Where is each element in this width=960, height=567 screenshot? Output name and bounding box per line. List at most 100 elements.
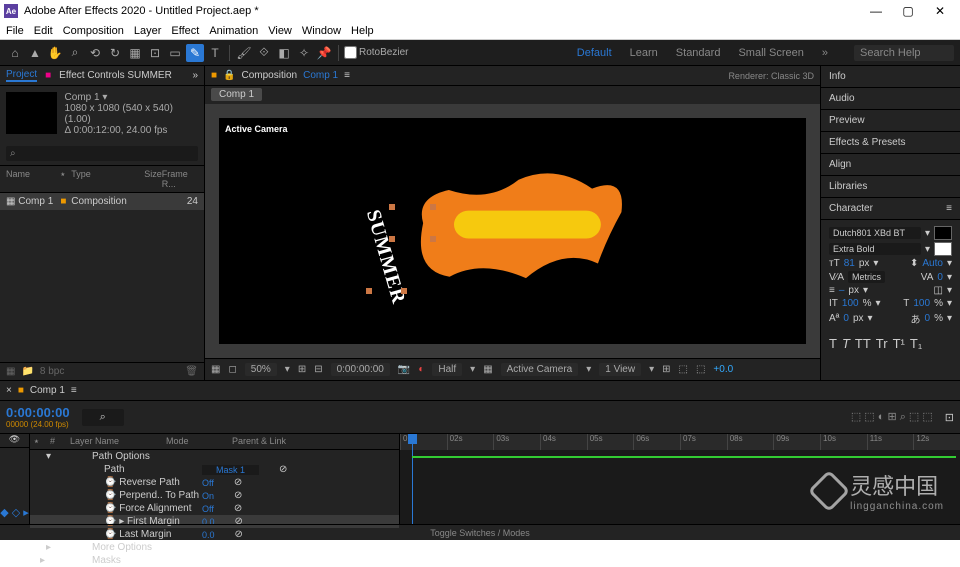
workspace-standard[interactable]: Standard <box>676 47 721 59</box>
grid-icon[interactable]: ⊞ <box>298 364 306 375</box>
menu-file[interactable]: File <box>6 25 24 37</box>
pan-behind-tool-icon[interactable]: ⊡ <box>146 44 164 62</box>
tab-effect-controls[interactable]: Effect Controls SUMMER <box>59 70 172 81</box>
workspace-more-icon[interactable]: » <box>822 47 828 59</box>
folder-icon[interactable]: 📁 <box>21 366 33 377</box>
subscript-button[interactable]: T₁ <box>910 336 922 351</box>
home-icon[interactable]: ⌂ <box>6 44 24 62</box>
bpc-button[interactable]: 8 bpc <box>40 366 64 377</box>
leading-input[interactable]: Auto <box>922 258 943 269</box>
type-tool-icon[interactable]: T <box>206 44 224 62</box>
toggle-switches-button[interactable]: Toggle Switches / Modes <box>430 528 530 538</box>
minimize-button[interactable]: — <box>860 4 892 18</box>
window-title: Adobe After Effects 2020 - Untitled Proj… <box>24 5 259 17</box>
panel-info[interactable]: Info <box>821 66 960 88</box>
rotate-tool-icon[interactable]: ↻ <box>106 44 124 62</box>
panel-character[interactable]: Character≡ <box>821 198 960 220</box>
exposure-value[interactable]: +0.0 <box>713 364 733 375</box>
time-ruler[interactable]: 01s02s03s04s05s06s07s08s09s10s11s12s <box>400 434 960 450</box>
superscript-button[interactable]: T¹ <box>893 336 905 351</box>
fill-swatch[interactable] <box>934 226 952 240</box>
puppet-tool-icon[interactable]: 📌 <box>315 44 333 62</box>
comp-tab-name[interactable]: Comp 1 <box>303 70 338 81</box>
view-dropdown[interactable]: 1 View <box>599 363 641 376</box>
eraser-tool-icon[interactable]: ◧ <box>275 44 293 62</box>
rotobezier-checkbox[interactable] <box>344 46 357 59</box>
prop-more-options[interactable]: More Options <box>92 542 202 553</box>
hand-tool-icon[interactable]: ✋ <box>46 44 64 62</box>
italic-button[interactable]: T <box>842 336 850 351</box>
prop-path[interactable]: Path <box>92 464 202 475</box>
resolution-dropdown[interactable]: Half <box>432 363 462 376</box>
panel-align[interactable]: Align <box>821 154 960 176</box>
current-time[interactable]: 0:00:00:00 <box>6 405 70 420</box>
clone-tool-icon[interactable]: ⟐ <box>255 44 273 62</box>
smallcaps-button[interactable]: Tr <box>876 336 888 351</box>
project-search-input[interactable]: ⌕ <box>6 146 198 161</box>
pen-tool-icon[interactable]: ✎ <box>186 44 204 62</box>
font-weight-dropdown[interactable]: Extra Bold <box>829 243 921 255</box>
trash-icon[interactable]: 🗑 <box>185 366 198 377</box>
selection-tool-icon[interactable]: ▲ <box>26 44 44 62</box>
preview-time[interactable]: 0:00:00:00 <box>331 363 390 376</box>
prop-perpendicular[interactable]: ⌚ Perpend.. To Path <box>92 490 202 501</box>
search-help-input[interactable]: Search Help <box>854 45 954 61</box>
brush-tool-icon[interactable]: 🖌 <box>235 44 253 62</box>
allcaps-button[interactable]: TT <box>855 336 871 351</box>
menu-animation[interactable]: Animation <box>209 25 258 37</box>
panel-audio[interactable]: Audio <box>821 88 960 110</box>
bold-button[interactable]: T <box>829 336 837 351</box>
guide-icon[interactable]: ⊟ <box>314 364 322 375</box>
panel-effects[interactable]: Effects & Presets <box>821 132 960 154</box>
menu-edit[interactable]: Edit <box>34 25 53 37</box>
timeline-search[interactable]: ⌕ <box>82 409 124 426</box>
roto-tool-icon[interactable]: ✧ <box>295 44 313 62</box>
workspace-default[interactable]: Default <box>577 47 612 59</box>
snapshot-icon[interactable]: 📷 <box>398 364 410 375</box>
interpret-icon[interactable]: ▦ <box>6 366 15 377</box>
zoom-dropdown[interactable]: 50% <box>245 363 277 376</box>
timeline-tab[interactable]: Comp 1 <box>30 385 65 396</box>
menu-help[interactable]: Help <box>351 25 374 37</box>
menu-layer[interactable]: Layer <box>134 25 162 37</box>
vscale-input[interactable]: 100 <box>842 298 859 309</box>
menu-window[interactable]: Window <box>302 25 341 37</box>
close-button[interactable]: ✕ <box>924 4 956 18</box>
project-row[interactable]: ▦ Comp 1 ■ Composition 24 <box>0 193 204 210</box>
playhead[interactable] <box>412 434 413 524</box>
prop-reverse-path[interactable]: ⌚ Reverse Path <box>92 477 202 488</box>
menu-effect[interactable]: Effect <box>171 25 199 37</box>
comp-subtab[interactable]: Comp 1 <box>211 88 262 101</box>
renderer-dropdown[interactable]: Classic 3D <box>771 71 814 81</box>
menu-composition[interactable]: Composition <box>63 25 124 37</box>
rect-tool-icon[interactable]: ▭ <box>166 44 184 62</box>
mag-icon[interactable]: ▦ <box>211 364 220 375</box>
stroke-swatch[interactable] <box>934 242 952 256</box>
panel-libraries[interactable]: Libraries <box>821 176 960 198</box>
font-size-input[interactable]: 81 <box>844 258 855 269</box>
prop-force-alignment[interactable]: ⌚ Force Alignment <box>92 503 202 514</box>
hscale-input[interactable]: 100 <box>913 298 930 309</box>
prop-path-options[interactable]: Path Options <box>92 451 202 462</box>
workspace-learn[interactable]: Learn <box>630 47 658 59</box>
prop-masks[interactable]: Masks <box>92 555 202 566</box>
workspace-small[interactable]: Small Screen <box>738 47 803 59</box>
menu-view[interactable]: View <box>268 25 292 37</box>
font-family-dropdown[interactable]: Dutch801 XBd BT <box>829 227 921 239</box>
camera-tool-icon[interactable]: ▦ <box>126 44 144 62</box>
panel-preview[interactable]: Preview <box>821 110 960 132</box>
kerning-dropdown[interactable]: Metrics <box>848 271 885 283</box>
zoom-tool-icon[interactable]: ⌕ <box>66 44 84 62</box>
maximize-button[interactable]: ▢ <box>892 4 924 18</box>
graph-editor-icon[interactable]: ⊡ <box>945 411 954 424</box>
app-logo-icon: Ae <box>4 4 18 18</box>
orbit-tool-icon[interactable]: ⟲ <box>86 44 104 62</box>
composition-viewer[interactable]: Active Camera SUMMER <box>205 104 820 358</box>
comp-name[interactable]: Comp 1 ▾ <box>65 92 198 103</box>
composition-panel: ■ 🔒 Composition Comp 1≡ Renderer: Classi… <box>205 66 820 380</box>
right-panels: Info Audio Preview Effects & Presets Ali… <box>820 66 960 380</box>
camera-dropdown[interactable]: Active Camera <box>501 363 579 376</box>
tab-project[interactable]: Project <box>6 69 37 82</box>
frame-count: 00000 (24.00 fps) <box>6 420 70 429</box>
tracking-input[interactable]: 0 <box>937 272 943 283</box>
